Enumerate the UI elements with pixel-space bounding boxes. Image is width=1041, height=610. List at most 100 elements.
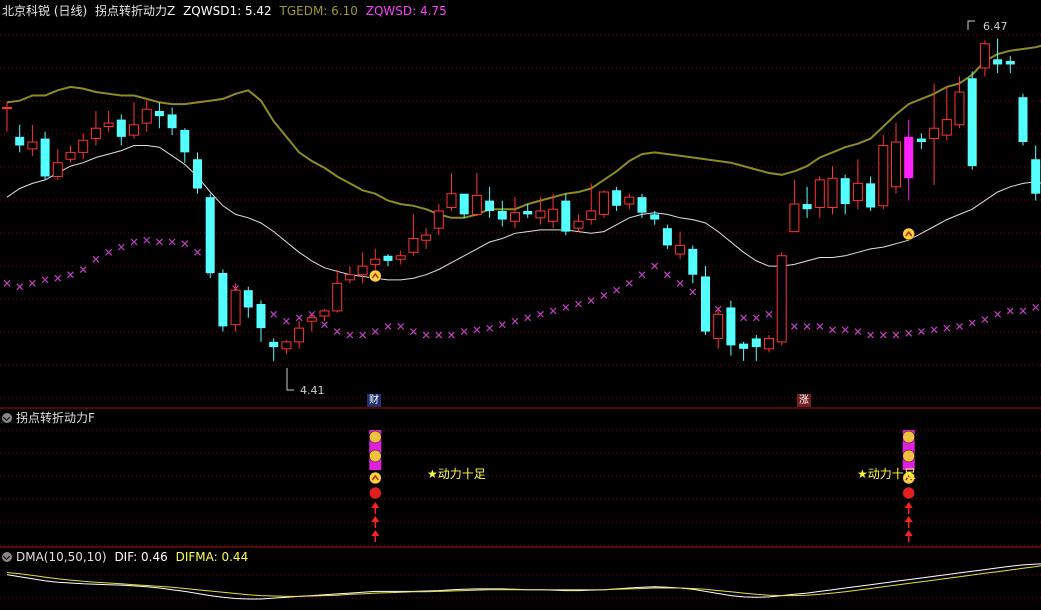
candle-body <box>383 255 393 261</box>
cross-marker <box>600 291 608 299</box>
cross-marker <box>676 279 684 287</box>
candle-body <box>650 214 660 220</box>
cross-marker <box>765 310 773 318</box>
candle-body <box>929 127 940 140</box>
red-up-arrow-icon <box>371 530 380 536</box>
candle-body <box>993 59 1003 65</box>
main-signal-icon <box>902 227 915 241</box>
cross-marker <box>943 324 951 332</box>
candle-body <box>459 193 469 215</box>
candlesticks <box>2 38 1041 361</box>
candle-body <box>421 234 432 241</box>
money-bag-icon <box>902 449 915 463</box>
security-title[interactable]: 北京科锐 (日线) <box>2 4 87 18</box>
candle-body <box>916 138 926 143</box>
candle-body <box>116 119 126 137</box>
candle-body <box>624 196 635 205</box>
difma-line <box>6 565 1041 597</box>
cross-marker <box>168 238 176 246</box>
panel-menu-icon[interactable] <box>2 552 12 562</box>
cross-marker <box>130 238 138 246</box>
signal-text-a: ★动力十足 <box>427 467 486 481</box>
candle-body <box>370 258 381 265</box>
cross-marker <box>295 314 303 322</box>
cross-marker <box>536 310 544 318</box>
money-bag-icon <box>369 449 382 463</box>
candle-body <box>243 290 253 308</box>
panel-menu-icon[interactable] <box>2 413 12 423</box>
high-price-label: 6.47 <box>983 20 1008 33</box>
main-panel-header: 北京科锐 (日线) 拐点转折动力Z ZQWSD1: 5.42 TGEDM: 6.… <box>2 3 451 19</box>
candle-body <box>90 127 101 140</box>
cross-marker <box>803 322 811 330</box>
candle-body <box>205 197 215 273</box>
grid-lines <box>0 34 1041 599</box>
event-tag-zhang[interactable]: 涨 <box>797 394 811 407</box>
sub-panel-header: 拐点转折动力F <box>2 410 99 426</box>
cross-marker <box>930 326 938 334</box>
candle-body <box>573 220 584 229</box>
cross-marker <box>752 314 760 322</box>
price-annotations: 6.47 4.41 <box>286 20 1008 397</box>
candle-body <box>764 337 774 350</box>
candle-body <box>548 208 559 222</box>
candle-body <box>485 200 495 211</box>
cross-marker <box>270 310 278 318</box>
candle-body <box>433 210 444 229</box>
candle-body <box>954 91 965 126</box>
cross-marker <box>105 248 113 256</box>
dma-lines <box>6 563 1041 600</box>
cross-marker <box>16 283 24 291</box>
candle-body <box>27 141 38 150</box>
candle-body <box>941 119 952 136</box>
zqwsd1-value: ZQWSD1: 5.42 <box>183 4 272 18</box>
red-up-arrow-icon <box>904 530 913 536</box>
cross-marker <box>663 271 671 279</box>
candle-body <box>739 343 749 349</box>
candle-body <box>776 255 787 343</box>
zqwsd-value: ZQWSD: 4.75 <box>365 4 447 18</box>
high-leader-line <box>967 20 975 30</box>
candle-body <box>967 78 977 167</box>
cross-markers <box>3 236 1040 339</box>
candle-body <box>561 200 571 232</box>
cross-marker <box>981 316 989 323</box>
candle-body <box>15 136 25 146</box>
candle-body <box>306 317 317 322</box>
indicator-name[interactable]: 拐点转折动力Z <box>95 4 175 18</box>
candle-body <box>167 114 177 129</box>
cross-marker <box>397 322 405 330</box>
cross-marker <box>740 314 748 322</box>
cross-marker <box>625 279 633 287</box>
cross-marker <box>867 331 875 339</box>
candle-body <box>751 338 761 348</box>
cross-marker <box>790 322 798 330</box>
candle-body <box>65 151 76 160</box>
cross-marker <box>92 255 100 263</box>
sub-panel-title[interactable]: 拐点转折动力F <box>16 411 95 425</box>
red-up-arrow-icon <box>371 502 380 508</box>
dma-panel-header: DMA(10,50,10) DIF: 0.46 DIFMA: 0.44 <box>2 549 252 565</box>
cross-marker <box>346 331 354 339</box>
candle-body <box>852 182 863 202</box>
candle-body <box>256 304 266 329</box>
candle-body <box>789 203 800 233</box>
cross-marker <box>371 328 379 336</box>
candle-body <box>395 255 406 260</box>
candle-body <box>891 141 901 188</box>
candle-body <box>103 122 114 128</box>
cross-marker <box>511 317 519 325</box>
cross-marker <box>448 331 455 339</box>
power-chevron-icon <box>369 471 382 485</box>
cross-marker <box>841 326 849 334</box>
cross-marker <box>562 304 570 311</box>
candle-body <box>446 193 457 208</box>
candle-body <box>1005 61 1015 65</box>
event-tag-cai[interactable]: 财 <box>367 394 381 407</box>
cross-marker <box>41 276 49 284</box>
candle-body <box>332 282 343 312</box>
candle-body <box>979 43 990 69</box>
candle-body <box>319 310 330 317</box>
dma-title[interactable]: DMA(10,50,10) <box>16 550 107 564</box>
cross-marker <box>435 331 443 339</box>
